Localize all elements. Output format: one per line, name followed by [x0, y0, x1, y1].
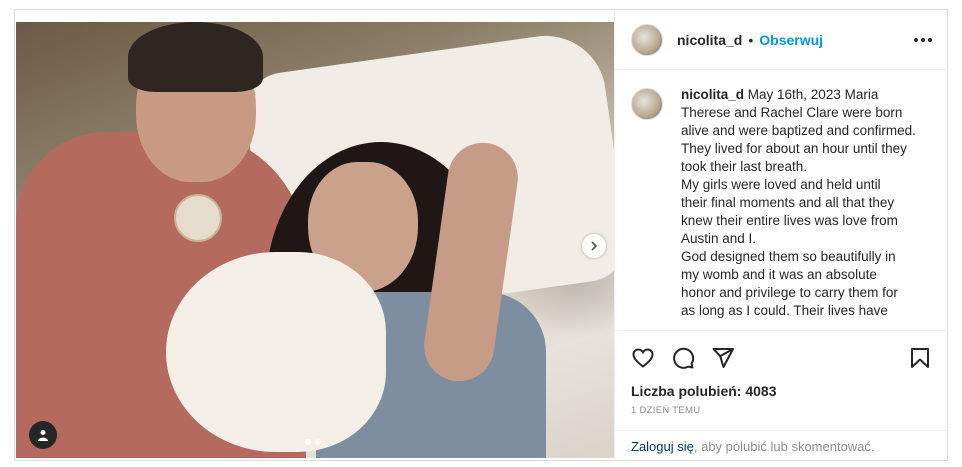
follow-button[interactable]: Obserwuj — [759, 32, 823, 48]
login-prompt-text: , aby polubić lub skomentować. — [693, 439, 875, 454]
post-timestamp[interactable]: 1 DZIEŃ TEMU — [615, 399, 948, 416]
likes-count[interactable]: Liczba polubień: 4083 — [615, 373, 948, 399]
avatar[interactable] — [631, 23, 663, 56]
caption-avatar[interactable] — [631, 88, 663, 120]
tagged-users-button[interactable] — [29, 421, 57, 449]
caption-text: nicolita_d May 16th, 2023 Maria Therese … — [681, 86, 931, 326]
more-options-icon[interactable] — [914, 37, 932, 42]
chevron-right-icon — [591, 241, 598, 251]
carousel-dot — [315, 439, 321, 445]
login-prompt: Zaloguj się, aby polubić lub skomentować… — [615, 430, 948, 454]
post-photo[interactable] — [16, 22, 614, 458]
username-link[interactable]: nicolita_d — [677, 32, 742, 48]
carousel-dot-active — [305, 439, 311, 445]
login-link[interactable]: Zaloguj się — [631, 439, 694, 454]
instagram-post-card: nicolita_d • Obserwuj nicolita_d May 16t… — [14, 9, 948, 461]
action-icons — [615, 331, 948, 373]
caption-username[interactable]: nicolita_d — [681, 87, 744, 102]
caption-body: May 16th, 2023 Maria Therese and Rachel … — [681, 87, 916, 318]
carousel-indicator — [305, 439, 321, 445]
bookmark-icon[interactable] — [908, 346, 932, 370]
post-header: nicolita_d • Obserwuj — [615, 10, 948, 70]
photo-babies — [166, 252, 386, 452]
more-dot — [914, 37, 918, 42]
photo-medal — [174, 194, 222, 242]
share-icon[interactable] — [711, 346, 735, 370]
next-photo-button[interactable] — [582, 234, 606, 258]
heart-icon[interactable] — [631, 346, 655, 370]
comment-icon[interactable] — [671, 346, 695, 370]
more-dot — [921, 37, 925, 42]
photo-man-hair — [128, 22, 263, 92]
post-caption: nicolita_d May 16th, 2023 Maria Therese … — [631, 86, 932, 326]
post-sidebar: nicolita_d • Obserwuj nicolita_d May 16t… — [614, 10, 948, 460]
header-separator: • — [748, 31, 754, 48]
more-dot — [928, 37, 932, 42]
user-tag-icon — [38, 430, 48, 441]
